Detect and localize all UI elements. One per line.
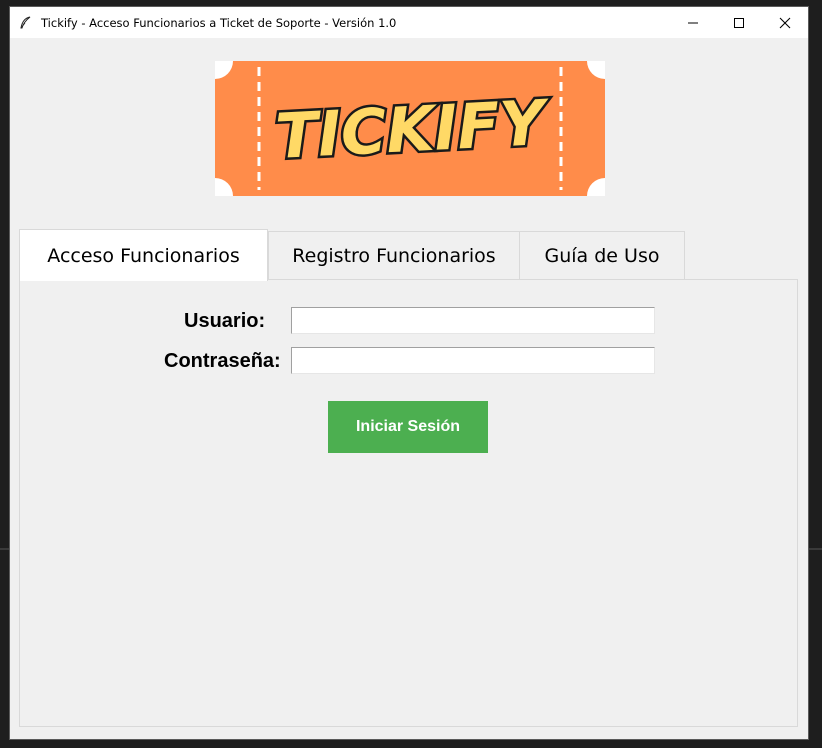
password-input[interactable] xyxy=(291,347,655,374)
password-label: Contraseña: xyxy=(164,350,281,372)
username-label: Usuario: xyxy=(184,310,266,332)
app-window: Tickify - Acceso Funcionarios a Ticket d… xyxy=(9,6,809,740)
maximize-button[interactable] xyxy=(716,7,762,38)
window-title: Tickify - Acceso Funcionarios a Ticket d… xyxy=(41,15,397,30)
tab-acceso-funcionarios[interactable]: Acceso Funcionarios xyxy=(19,229,268,281)
tab-registro-funcionarios[interactable]: Registro Funcionarios xyxy=(268,231,520,279)
window-controls xyxy=(670,7,808,38)
feather-icon xyxy=(20,16,31,28)
tickify-logo: TICKIFY xyxy=(215,61,605,196)
tab-notebook: Acceso Funcionarios Registro Funcionario… xyxy=(19,229,799,727)
minimize-button[interactable] xyxy=(670,7,716,38)
maximize-icon xyxy=(734,17,744,28)
login-button[interactable]: Iniciar Sesión xyxy=(328,401,488,453)
ticket-logo-graphic: TICKIFY xyxy=(215,61,605,196)
logo-text: TICKIFY xyxy=(274,86,553,173)
close-button[interactable] xyxy=(762,7,808,38)
minimize-icon xyxy=(688,22,698,23)
username-input[interactable] xyxy=(291,307,655,334)
close-icon xyxy=(779,17,791,28)
tab-guia-de-uso[interactable]: Guía de Uso xyxy=(519,231,685,279)
login-panel: Usuario: Contraseña: Iniciar Sesión xyxy=(19,279,798,727)
title-bar: Tickify - Acceso Funcionarios a Ticket d… xyxy=(10,7,808,38)
